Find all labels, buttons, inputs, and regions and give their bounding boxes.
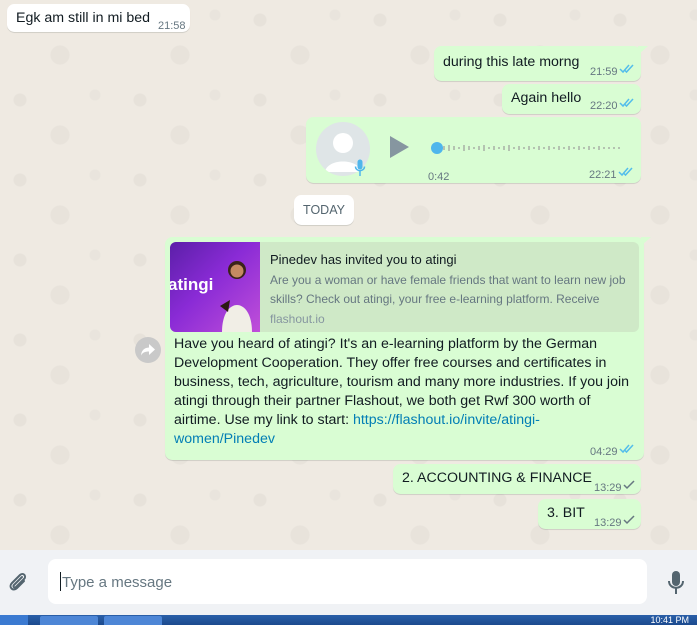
start-button[interactable]	[0, 615, 28, 625]
message-outgoing[interactable]: 2. ACCOUNTING & FINANCE 13:29	[393, 464, 641, 494]
paperclip-icon[interactable]	[7, 571, 29, 595]
double-check-icon	[619, 64, 634, 74]
message-time: 21:59	[590, 66, 618, 78]
taskbar-clock: 10:41 PM	[650, 615, 689, 625]
link-preview-domain: flashout.io	[270, 312, 325, 326]
double-check-icon	[619, 98, 634, 108]
microphone-icon[interactable]	[668, 571, 684, 595]
composer-bar	[0, 550, 697, 615]
voice-message[interactable]: 0:42 22:21	[306, 117, 641, 183]
single-check-icon	[623, 480, 635, 490]
message-time: 13:29	[594, 482, 622, 494]
message-time: 22:20	[590, 100, 618, 112]
double-check-icon	[618, 167, 633, 177]
message-time: 22:21	[589, 169, 617, 181]
chat-panel[interactable]: Egk am still in mi bed 21:58 during this…	[0, 0, 697, 550]
link-preview-title: Pinedev has invited you to atingi	[270, 252, 457, 267]
link-preview-image: atingi	[170, 242, 260, 332]
forward-icon	[141, 344, 155, 356]
message-time: 04:29	[590, 446, 618, 458]
voice-duration: 0:42	[428, 171, 450, 183]
message-text: Have you heard of atingi? It's an e-lear…	[174, 335, 636, 449]
message-outgoing[interactable]: 3. BIT 13:29	[538, 499, 641, 529]
forward-button[interactable]	[135, 337, 161, 363]
message-outgoing-with-link-preview[interactable]: atingi Pinedev has invited you to atingi…	[165, 237, 644, 460]
bubble-tail	[641, 237, 651, 246]
message-incoming[interactable]: Egk am still in mi bed 21:58	[7, 4, 190, 32]
message-input-container[interactable]	[48, 559, 647, 606]
single-check-icon	[623, 515, 635, 525]
taskbar-app-2[interactable]	[104, 616, 162, 625]
microphone-icon	[354, 159, 366, 176]
playback-thumb	[431, 142, 443, 154]
waveform-bars	[431, 142, 620, 154]
link-preview-card[interactable]: atingi Pinedev has invited you to atingi…	[170, 242, 639, 332]
person-figure	[220, 261, 252, 332]
message-outgoing[interactable]: during this late morng 21:59	[434, 46, 641, 81]
message-text: 3. BIT	[547, 505, 585, 521]
link-preview-description: Are you a woman or have female friends t…	[270, 273, 626, 306]
message-time: 21:58	[158, 20, 186, 32]
bubble-tail	[638, 46, 648, 55]
message-text: during this late morng	[443, 54, 580, 70]
message-text: 2. ACCOUNTING & FINANCE	[402, 470, 592, 486]
play-icon[interactable]	[388, 135, 410, 159]
date-divider: TODAY	[294, 195, 354, 225]
preview-brand-text: atingi	[170, 275, 214, 294]
message-input[interactable]	[60, 559, 644, 606]
message-text: Again hello	[511, 90, 582, 106]
double-check-icon	[619, 444, 634, 454]
message-text: Egk am still in mi bed	[16, 10, 151, 26]
taskbar-app-1[interactable]	[40, 616, 98, 625]
message-time: 13:29	[594, 517, 622, 529]
message-outgoing[interactable]: Again hello 22:20	[502, 84, 641, 114]
os-taskbar: 10:41 PM	[0, 615, 697, 625]
waveform[interactable]	[431, 141, 621, 155]
